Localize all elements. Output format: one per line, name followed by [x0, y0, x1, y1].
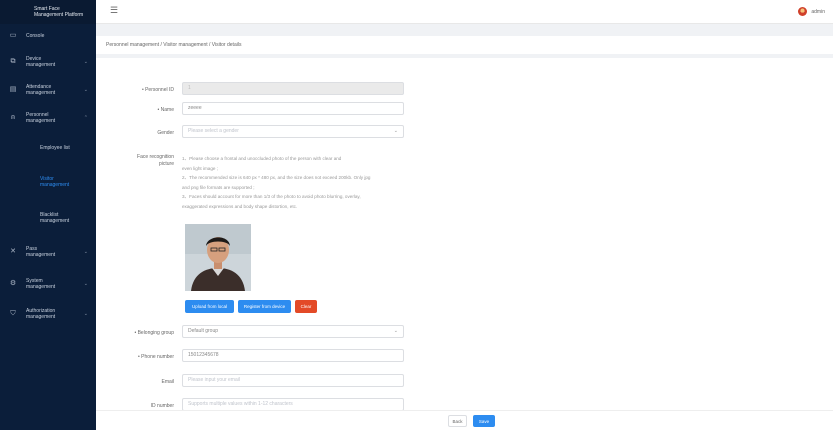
- sidebar-subitem-employee-list[interactable]: Employee list: [0, 132, 96, 164]
- sidebar-subitem-visitor-management[interactable]: Visitor management: [0, 164, 96, 200]
- notice-line: 3、Faces should account for more than 1/3…: [182, 194, 361, 199]
- form-footer: Back Save: [96, 410, 833, 430]
- name-label: • Name: [157, 107, 174, 113]
- chevron-down-icon: ⌄: [83, 281, 88, 287]
- app-title-line2: Management Platform: [34, 12, 84, 18]
- id-number-label: ID number: [150, 403, 174, 409]
- chevron-down-icon: ⌄: [83, 59, 88, 65]
- sidebar-item-pass[interactable]: ✕ Pass management ⌄: [0, 236, 96, 268]
- notice-line: even light image ;: [182, 165, 219, 171]
- user-menu[interactable]: admin: [798, 7, 825, 16]
- id-number-field[interactable]: Supports multiple values within 1-12 cha…: [182, 398, 404, 410]
- chevron-down-icon: ⌄: [83, 87, 88, 93]
- group-label: • Belonging group: [134, 330, 174, 336]
- sidebar-item-label: management: [26, 314, 56, 320]
- person-icon: ⍝: [10, 114, 16, 121]
- phone-field[interactable]: 15012345678: [182, 349, 404, 362]
- sidebar-item-authorization[interactable]: ⛉ Authorization management ⌄: [0, 300, 96, 328]
- face-photo: [185, 224, 251, 291]
- personnel-id-label: • Personnel ID: [141, 87, 174, 93]
- sidebar-item-label: Console: [26, 33, 45, 39]
- chevron-down-icon: ⌄: [393, 128, 398, 134]
- back-button[interactable]: Back: [448, 415, 467, 427]
- chevron-down-icon: ⌄: [393, 328, 398, 334]
- gender-select[interactable]: Please select a gender ⌄: [182, 125, 404, 138]
- device-icon: ⧉: [10, 58, 16, 65]
- gender-label: Gender: [157, 130, 174, 136]
- name-field[interactable]: zeeee: [182, 102, 404, 115]
- gender-placeholder: Please select a gender: [188, 128, 239, 134]
- monitor-icon: ▭: [9, 32, 17, 39]
- face-recognition-label-line2: picture: [158, 161, 174, 167]
- top-header: ☰ admin: [96, 0, 833, 24]
- id-number-placeholder: Supports multiple values within 1-12 cha…: [188, 401, 293, 407]
- notice-line: and png file formats are supported ;: [182, 184, 255, 190]
- shield-icon: ⛉: [10, 310, 16, 317]
- email-label: Email: [161, 379, 174, 385]
- sidebar-subitem-label: management: [40, 182, 70, 188]
- notice-line: 2、The recommended size is 640 px * 480 p…: [182, 175, 371, 180]
- face-recognition-label: Face recognition picture: [96, 154, 174, 168]
- gear-icon: ⚙: [9, 280, 17, 287]
- user-name: admin: [811, 8, 825, 15]
- avatar: [798, 7, 808, 16]
- upload-from-local-button[interactable]: Upload from local: [185, 300, 234, 313]
- register-from-device-button[interactable]: Register from device: [238, 300, 291, 313]
- breadcrumb: Personnel management / Visitor managemen…: [96, 36, 833, 54]
- chevron-down-icon: ⌄: [83, 249, 88, 255]
- clear-photo-button[interactable]: Clear: [295, 300, 317, 313]
- phone-label: • Phone number: [138, 354, 174, 360]
- save-button[interactable]: Save: [473, 415, 495, 427]
- app-logo: Smart Face Management Platform: [0, 0, 96, 24]
- sidebar-item-personnel[interactable]: ⍝ Personnel management ⌃: [0, 104, 96, 132]
- chevron-down-icon: ⌄: [83, 311, 88, 317]
- photo-notice: 1、Please choose a frontal and unoccluded…: [182, 154, 412, 211]
- group-value: Default group: [188, 328, 219, 334]
- calendar-icon: ▤: [9, 86, 17, 93]
- sidebar-subitem-label: management: [40, 218, 70, 224]
- sidebar: Smart Face Management Platform ▭ Console…: [0, 0, 96, 430]
- notice-line: 1、Please choose a frontal and unoccluded…: [182, 156, 342, 161]
- email-placeholder: Please input your email: [188, 377, 240, 383]
- notice-line: exaggerated expressions and body shape d…: [182, 203, 298, 209]
- hamburger-icon[interactable]: ☰: [110, 6, 118, 15]
- sidebar-subitem-blacklist-management[interactable]: Blacklist management: [0, 200, 96, 236]
- visitor-form: • Personnel ID 1 • Name zeeee Gender Ple…: [96, 58, 833, 410]
- sidebar-item-label: management: [26, 252, 56, 258]
- sidebar-item-label: management: [26, 118, 56, 124]
- sidebar-subitem-label: Employee list: [40, 145, 70, 151]
- sidebar-item-console[interactable]: ▭ Console: [0, 24, 96, 48]
- group-select[interactable]: Default group ⌄: [182, 325, 404, 338]
- email-field[interactable]: Please input your email: [182, 374, 404, 387]
- personnel-id-field: 1: [182, 82, 404, 95]
- sidebar-item-system[interactable]: ⚙ System management ⌄: [0, 268, 96, 300]
- face-recognition-label-line1: Face recognition: [137, 154, 174, 160]
- pass-icon: ✕: [10, 248, 16, 255]
- sidebar-item-label: management: [26, 62, 56, 68]
- sidebar-item-device[interactable]: ⧉ Device management ⌄: [0, 48, 96, 76]
- face-photo-image: [185, 224, 251, 291]
- chevron-up-icon: ⌃: [83, 115, 88, 121]
- sidebar-item-label: management: [26, 90, 56, 96]
- sidebar-item-label: management: [26, 284, 56, 290]
- sidebar-item-attendance[interactable]: ▤ Attendance management ⌄: [0, 76, 96, 104]
